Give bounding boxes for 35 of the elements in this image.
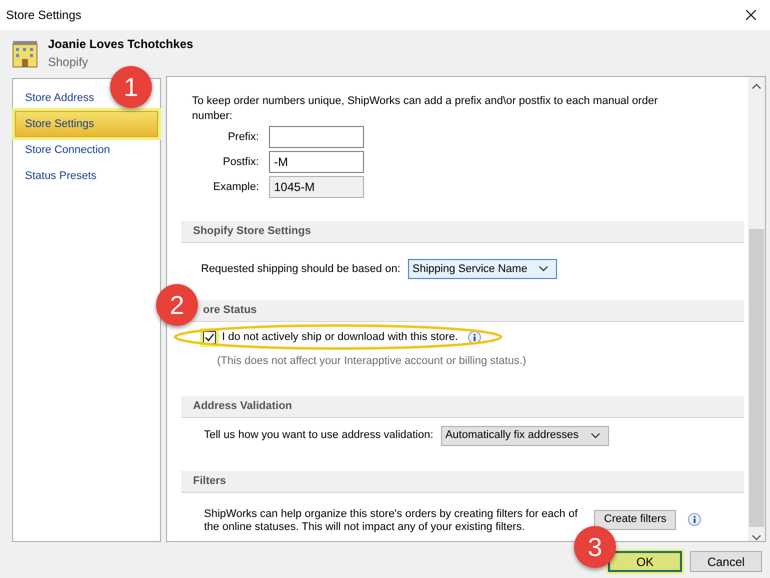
sidebar-item[interactable]: Status Presets [15, 163, 107, 189]
sidebar-item[interactable]: Store Settings [15, 111, 158, 137]
section-header: Filters [181, 470, 744, 492]
dropdown[interactable]: Shipping Service Name [408, 259, 558, 279]
sidebar-item[interactable]: Store Address [15, 85, 104, 111]
intro-text: To keep order numbers unique, ShipWorks can add a prefix and\or postfix to each manual order number: [191, 94, 659, 124]
input-field[interactable]: -M [269, 151, 364, 173]
scrollbar[interactable] [748, 77, 765, 541]
dialog-button[interactable]: Cancel [690, 551, 762, 572]
checkbox-label: I do not actively ship or download with this store. [222, 330, 458, 345]
store-platform: Shopify [48, 54, 90, 71]
scroll-down-icon[interactable] [752, 535, 761, 541]
field-label: Postfix: [222, 154, 259, 170]
field-label: Prefix: [226, 130, 259, 145]
note-text: (This does not affect your Interapptive account or billing status.) [217, 354, 526, 369]
create-filters-button[interactable]: Create filters [594, 510, 676, 530]
building-icon [10, 38, 40, 68]
dropdown[interactable]: Automatically fix addresses [441, 426, 609, 446]
sidebar-item[interactable]: Store Connection [15, 137, 120, 163]
scroll-up-icon[interactable] [752, 83, 761, 89]
caret-icon [590, 432, 600, 438]
callout-badge: 1 [110, 66, 152, 108]
dropdown-label: Requested shipping should be based on: [201, 262, 400, 277]
window-title: Store Settings [6, 7, 82, 24]
store-name: Joanie Loves Tchotchkes [48, 36, 194, 53]
dropdown-label: Tell us how you want to use address validation: [204, 428, 434, 444]
section-header: Address Validation [181, 396, 744, 418]
field-label: Example: [212, 180, 259, 195]
section-header: Shopify Store Settings [181, 221, 744, 243]
scrollbar-thumb[interactable] [749, 229, 764, 527]
dialog-button[interactable]: OK [608, 551, 682, 572]
caret-icon [539, 266, 548, 272]
close-icon[interactable] [746, 10, 756, 20]
input-field[interactable] [269, 126, 364, 148]
info-icon[interactable] [688, 512, 702, 526]
